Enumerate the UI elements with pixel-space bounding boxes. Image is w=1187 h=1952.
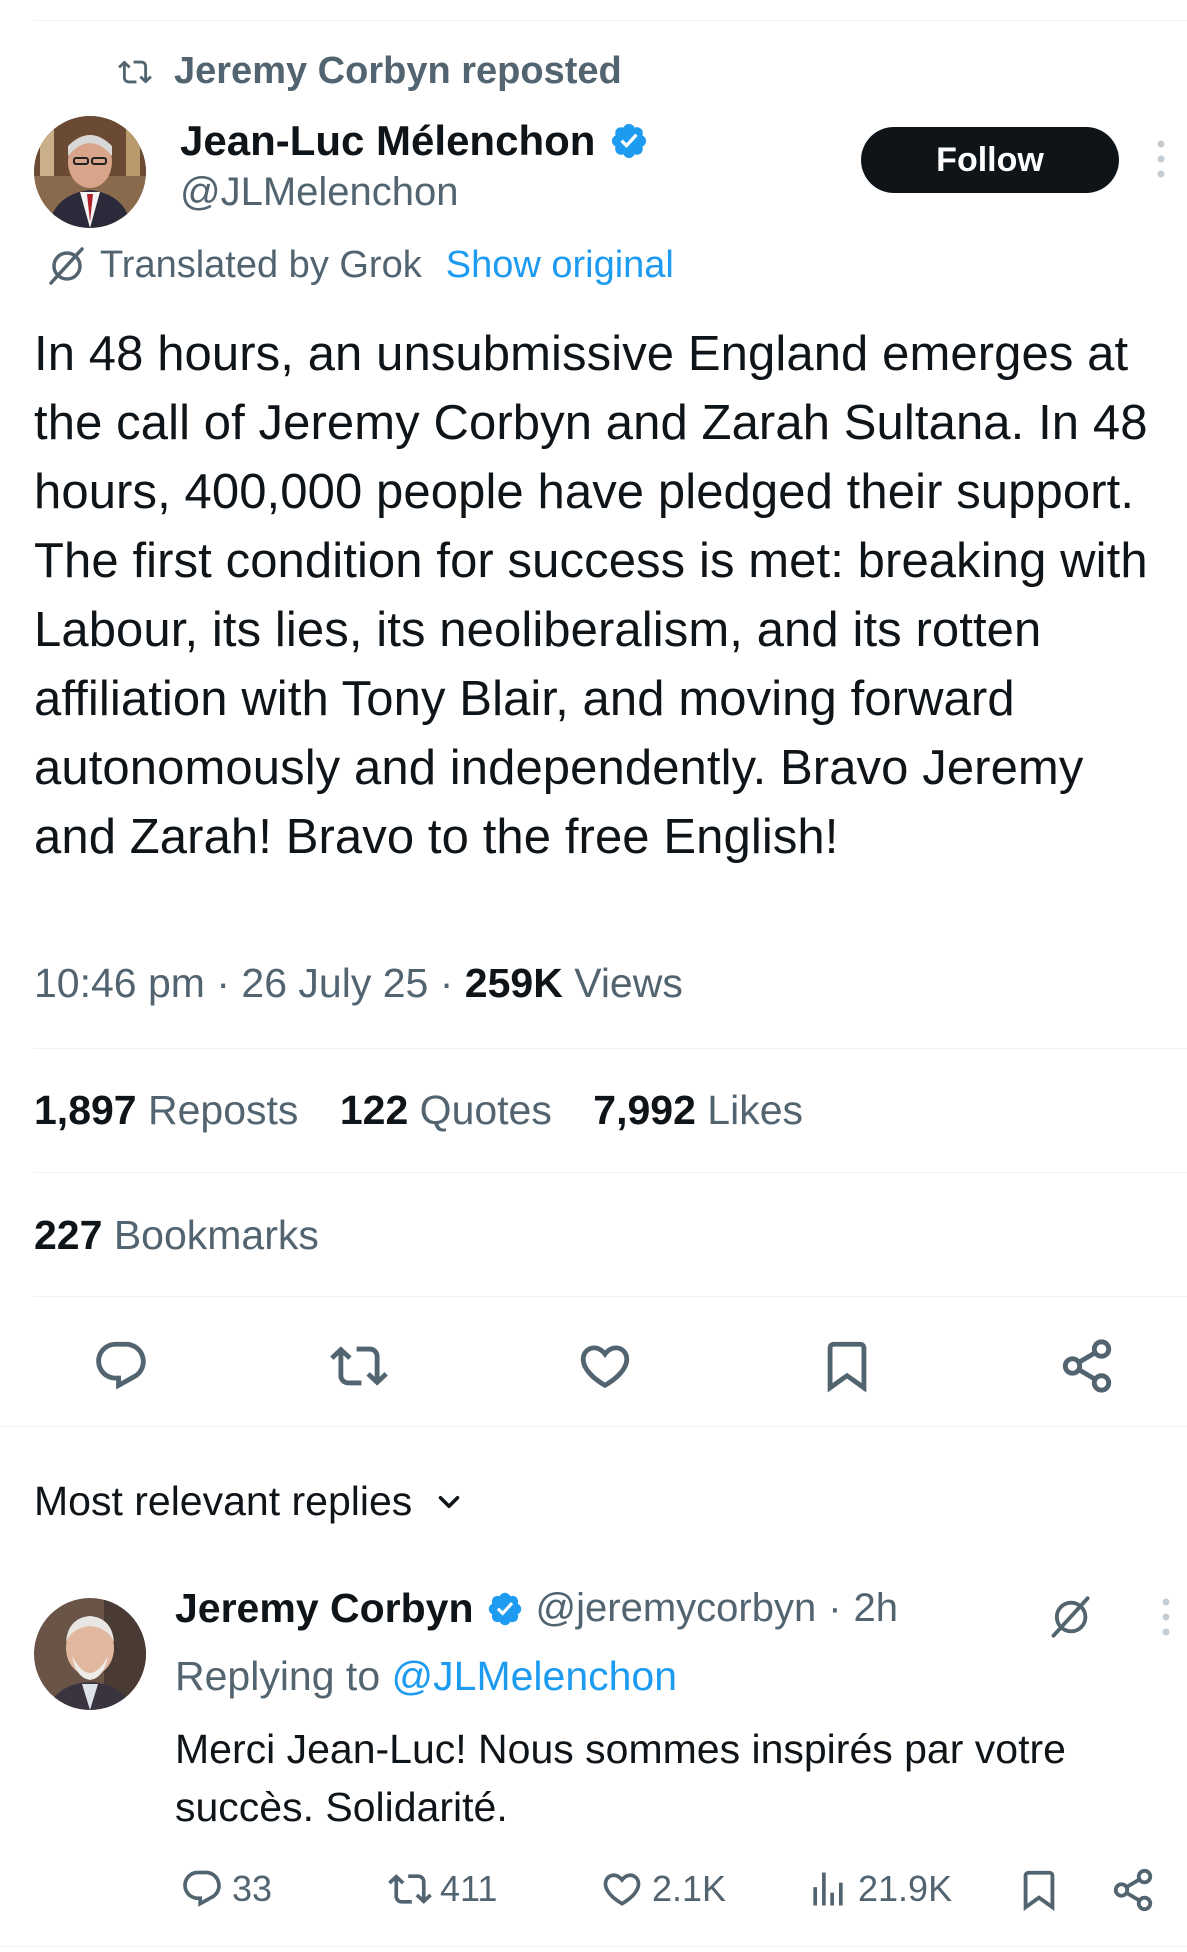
bookmark-icon[interactable]	[1016, 1867, 1062, 1913]
grok-icon[interactable]	[1048, 1595, 1092, 1639]
divider	[34, 1048, 1187, 1049]
reply-views-button[interactable]: 21.9K	[806, 1867, 952, 1911]
reply-repost-button[interactable]: 411	[388, 1867, 497, 1911]
share-icon[interactable]	[1110, 1867, 1156, 1913]
reply-icon[interactable]	[92, 1337, 150, 1395]
author-avatar[interactable]	[34, 116, 146, 228]
reply-author-avatar[interactable]	[34, 1598, 146, 1710]
meta-separator: ·	[216, 960, 231, 1006]
show-original-link[interactable]: Show original	[446, 244, 674, 287]
reply-age[interactable]: 2h	[854, 1586, 899, 1631]
reply-icon	[183, 1870, 221, 1907]
reposts-stat[interactable]: 1,897 Reposts	[34, 1087, 298, 1133]
replying-to-row: Replying to @JLMelenchon	[175, 1653, 677, 1700]
bookmark-icon[interactable]	[818, 1337, 876, 1395]
reply-author-name[interactable]: Jeremy Corbyn	[175, 1585, 474, 1632]
reposts-count: 1,897	[34, 1087, 137, 1133]
quotes-count: 122	[339, 1087, 409, 1133]
reply-text: Merci Jean-Luc! Nous sommes inspirés par…	[175, 1726, 1066, 1830]
reply-count: 33	[232, 1868, 273, 1909]
quotes-label: Quotes	[419, 1087, 552, 1133]
divider	[0, 1426, 1187, 1427]
reply-like-button[interactable]: 2.1K	[600, 1867, 726, 1911]
views-count: 259K	[464, 960, 563, 1006]
repost-indicator[interactable]: Jeremy Corbyn reposted	[118, 50, 622, 93]
bookmarks-label: Bookmarks	[113, 1212, 319, 1258]
author-handle[interactable]: @JLMelenchon	[180, 170, 459, 215]
view-count: 21.9K	[858, 1868, 953, 1909]
repost-header-text: Jeremy Corbyn reposted	[174, 50, 622, 92]
author-name-row: Jean-Luc Mélenchon	[180, 117, 649, 165]
verified-badge-icon[interactable]	[486, 1590, 524, 1628]
like-icon[interactable]	[576, 1337, 634, 1395]
tweet-meta: 10:46 pm · 26 July 25 · 259K Views	[34, 960, 683, 1007]
tweet-date[interactable]: 26 July 25	[241, 960, 428, 1006]
replies-sort-label: Most relevant replies	[34, 1478, 413, 1524]
replying-to-link[interactable]: @JLMelenchon	[392, 1653, 678, 1699]
bookmarks-count: 227	[34, 1212, 103, 1258]
author-name[interactable]: Jean-Luc Mélenchon	[180, 117, 595, 165]
likes-stat[interactable]: 7,992 Likes	[593, 1087, 803, 1133]
more-icon[interactable]	[1150, 139, 1172, 181]
chevron-down-icon	[432, 1485, 466, 1519]
reply-author-handle[interactable]: @jeremycorbyn	[536, 1586, 817, 1631]
translated-by-label: Translated by Grok	[100, 244, 422, 286]
stats-row: 1,897 Reposts 122 Quotes 7,992 Likes	[34, 1087, 803, 1134]
views-icon	[813, 1872, 843, 1906]
follow-button[interactable]: Follow	[861, 127, 1119, 193]
reposts-label: Reposts	[148, 1087, 299, 1133]
likes-label: Likes	[707, 1087, 804, 1133]
reply-header-row: Jeremy Corbyn @jeremycorbyn · 2h	[175, 1585, 898, 1632]
top-divider	[34, 20, 1187, 21]
translation-row: Translated by Grok Show original	[46, 244, 674, 287]
grok-icon	[46, 246, 86, 286]
repost-icon	[388, 1874, 432, 1904]
more-icon[interactable]	[1156, 1597, 1176, 1637]
divider	[34, 1296, 1187, 1297]
like-icon	[603, 1873, 641, 1906]
replying-to-prefix: Replying to	[175, 1653, 381, 1699]
replies-sort-dropdown[interactable]: Most relevant replies	[34, 1478, 466, 1525]
meta-separator: ·	[828, 1586, 842, 1630]
likes-count: 7,992	[593, 1087, 696, 1133]
repost-icon	[118, 55, 152, 89]
share-icon[interactable]	[1058, 1337, 1116, 1395]
bottom-divider	[0, 1946, 1187, 1947]
reply-reply-button[interactable]: 33	[180, 1867, 272, 1911]
tweet-text: In 48 hours, an unsubmissive England eme…	[34, 327, 1148, 864]
tweet-time[interactable]: 10:46 pm	[34, 960, 205, 1006]
quotes-stat[interactable]: 122 Quotes	[340, 1087, 552, 1133]
verified-badge-icon[interactable]	[609, 121, 649, 161]
views-label: Views	[574, 960, 683, 1006]
meta-separator: ·	[439, 960, 454, 1006]
repost-icon[interactable]	[330, 1337, 388, 1395]
bookmarks-stat[interactable]: 227 Bookmarks	[34, 1212, 319, 1259]
repost-count: 411	[440, 1868, 498, 1909]
like-count: 2.1K	[652, 1868, 727, 1909]
divider	[34, 1172, 1187, 1173]
